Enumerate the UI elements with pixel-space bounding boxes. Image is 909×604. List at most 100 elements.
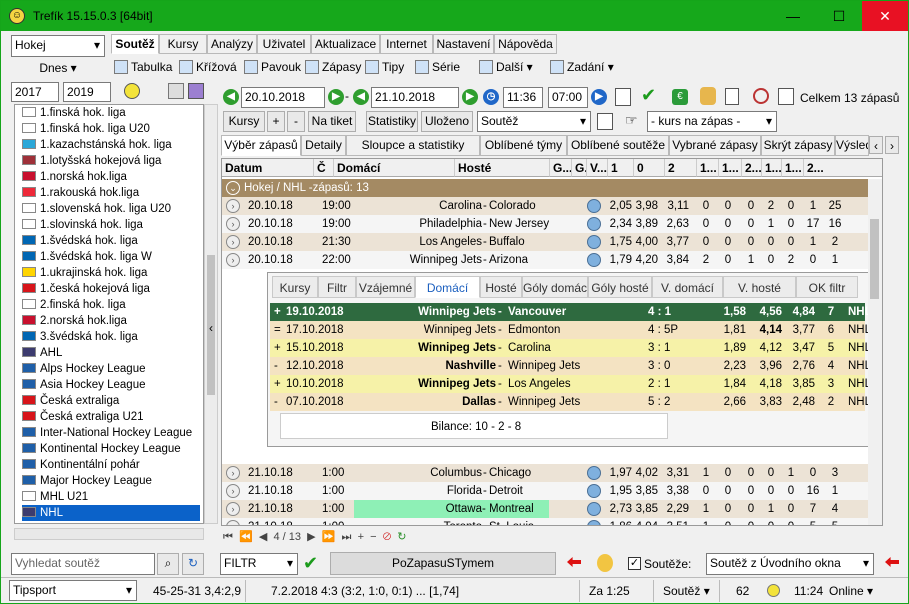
- col-header-8[interactable]: 0: [634, 159, 665, 177]
- refresh-icon[interactable]: ↻: [182, 553, 204, 575]
- league-item[interactable]: MHL U21: [22, 489, 200, 505]
- league-item[interactable]: 1.slovinská hok. liga: [22, 217, 200, 233]
- checkmark-icon[interactable]: ✔: [641, 85, 656, 106]
- detail-tab-4[interactable]: Hosté: [480, 276, 522, 298]
- toolbar-item-3[interactable]: Zápasy: [305, 59, 361, 75]
- league-item[interactable]: Major Hockey League: [22, 473, 200, 489]
- flags-icon[interactable]: [168, 83, 184, 99]
- league-item[interactable]: 1.česká hokejová liga: [22, 281, 200, 297]
- col-header-14[interactable]: 1...: [782, 159, 804, 177]
- detail-tab-0[interactable]: Kursy: [272, 276, 318, 298]
- expand-icon[interactable]: ›: [226, 253, 240, 267]
- col-header-7[interactable]: 1: [608, 159, 634, 177]
- globe-icon[interactable]: [587, 199, 601, 213]
- date-from-field[interactable]: 20.10.2018: [241, 87, 325, 108]
- col-header-0[interactable]: Datum: [222, 159, 314, 177]
- match-row[interactable]: › 20.10.18 21:30 Los Angeles - Buffalo 1,75 4,0…: [222, 233, 882, 251]
- menu-tab-1[interactable]: Kursy: [159, 34, 207, 54]
- col-header-3[interactable]: Hosté: [455, 159, 550, 177]
- toolbar-item-6[interactable]: Další ▾: [479, 59, 533, 75]
- league-item[interactable]: Inter-National Hockey League: [22, 425, 200, 441]
- toolbar-item-5[interactable]: Série: [415, 59, 460, 75]
- clock-icon[interactable]: ◷: [483, 89, 499, 105]
- pointer-icon[interactable]: ☞: [625, 112, 638, 129]
- minus-button[interactable]: -: [287, 111, 305, 132]
- hand-icon[interactable]: [700, 87, 716, 105]
- league-item[interactable]: Alps Hockey League: [22, 361, 200, 377]
- export-icon[interactable]: [597, 113, 613, 130]
- league-item[interactable]: 1.švédská hok. liga W: [22, 249, 200, 265]
- last-record-icon[interactable]: ⏭: [342, 531, 352, 543]
- globe-icon[interactable]: [587, 466, 601, 480]
- league-item[interactable]: Česká extraliga U21: [22, 409, 200, 425]
- globe-icon[interactable]: [587, 520, 601, 525]
- expand-icon[interactable]: ›: [226, 484, 240, 498]
- league-item[interactable]: OHL: [22, 521, 200, 523]
- history-row[interactable]: = 17.10.2018 Winnipeg Jets - Edmonton 4 : 5P 1…: [270, 321, 868, 339]
- match-row[interactable]: › 20.10.18 19:00 Philadelphia - New Jersey 2,3…: [222, 215, 882, 233]
- match-row[interactable]: › 21.10.18 1:00 Columbus - Chicago 1,97 4,02 3,3…: [222, 464, 882, 482]
- col-header-1[interactable]: Č: [314, 159, 334, 177]
- league-item[interactable]: 1.slovenská hok. liga U20: [22, 201, 200, 217]
- day-dropdown[interactable]: Dnes ▾: [11, 59, 105, 79]
- detail-tab-8[interactable]: V. hosté: [723, 276, 796, 298]
- league-item[interactable]: 2.finská hok. liga: [22, 297, 200, 313]
- league-item[interactable]: NHL: [22, 505, 200, 521]
- globe-icon[interactable]: [587, 502, 601, 516]
- col-header-5[interactable]: G...: [572, 159, 587, 177]
- league-item[interactable]: 1.švédská hok. liga: [22, 233, 200, 249]
- prev-date2-icon[interactable]: ◀: [353, 89, 369, 105]
- history-row[interactable]: -07.10.2018 Dallas - Winnipeg Jets 5 : 2 2,66…: [270, 393, 868, 411]
- expand-icon[interactable]: ›: [226, 217, 240, 231]
- view-tab-1[interactable]: Detaily: [301, 135, 346, 156]
- league-item[interactable]: 1.lotyšská hokejová liga: [22, 153, 200, 169]
- person-icon[interactable]: [597, 554, 613, 572]
- collapse-icon[interactable]: ⌄: [226, 181, 240, 195]
- league-item[interactable]: 1.finská hok. liga U20: [22, 121, 200, 137]
- statistiky-button[interactable]: Statistiky: [366, 111, 418, 132]
- detail-tab-6[interactable]: Góly hosté: [588, 276, 652, 298]
- history-row[interactable]: +15.10.2018 Winnipeg Jets - Carolina 3 : 1 1,…: [270, 339, 868, 357]
- expand-icon[interactable]: ›: [226, 199, 240, 213]
- col-header-6[interactable]: V...: [587, 159, 608, 177]
- view-tab-2[interactable]: Sloupce a statistiky: [346, 135, 480, 156]
- filter-action-button[interactable]: PoZapasuSTymem: [330, 552, 556, 575]
- euro-icon[interactable]: €: [672, 89, 688, 105]
- bookmaker-select[interactable]: Tipsport ▾: [9, 580, 137, 601]
- globe-icon[interactable]: [587, 484, 601, 498]
- toolbar-item-1[interactable]: Křížová: [179, 59, 237, 75]
- books-icon[interactable]: [188, 83, 204, 99]
- view-tab-4[interactable]: Oblíbené soutěže: [567, 135, 669, 156]
- menu-tab-6[interactable]: Nastavení: [433, 34, 494, 54]
- play-icon[interactable]: ▶: [591, 89, 607, 105]
- league-item[interactable]: 1.kazachstánská hok. liga: [22, 137, 200, 153]
- match-row[interactable]: ›21.10.181:00Ottawa-Montreal-2,733,852,2…: [222, 500, 882, 518]
- na-tiket-button[interactable]: Na tiket: [308, 111, 356, 132]
- detail-tab-9[interactable]: OK filtr: [796, 276, 858, 298]
- toolbar-item-2[interactable]: Pavouk: [244, 59, 301, 75]
- next-date-icon[interactable]: ▶: [328, 89, 344, 105]
- menu-tab-7[interactable]: Nápověda: [494, 34, 557, 54]
- ball-icon[interactable]: [124, 83, 140, 99]
- league-item[interactable]: Česká extraliga: [22, 393, 200, 409]
- col-header-11[interactable]: 1...: [719, 159, 742, 177]
- refresh-grid-icon[interactable]: ↻: [397, 531, 406, 543]
- group-row[interactable]: ⌄ Hokej / NHL -zápasů: 13: [222, 179, 882, 197]
- next-date2-icon[interactable]: ▶: [462, 89, 478, 105]
- year-to-select[interactable]: 2019: [63, 82, 111, 102]
- souteze-select[interactable]: Soutěž z Úvodního okna ▾: [706, 553, 874, 575]
- league-item[interactable]: Asia Hockey League: [22, 377, 200, 393]
- col-header-9[interactable]: 2: [665, 159, 697, 177]
- globe-icon[interactable]: [587, 253, 601, 267]
- tabs-right-icon[interactable]: ›: [885, 136, 899, 154]
- grid-scrollbar[interactable]: [868, 179, 882, 525]
- maximize-button[interactable]: ☐: [816, 1, 862, 31]
- col-header-15[interactable]: 2...: [804, 159, 882, 177]
- print-icon[interactable]: [615, 88, 631, 106]
- detail-tab-2[interactable]: Vzájemné: [356, 276, 415, 298]
- league-item[interactable]: 1.finská hok. liga: [22, 105, 200, 121]
- view-tab-5[interactable]: Vybrané zápasy: [669, 135, 761, 156]
- status-online[interactable]: Online ▾: [829, 581, 873, 601]
- history-row[interactable]: +19.10.2018 Winnipeg Jets - Vancouver 4 : 1 1…: [270, 303, 868, 321]
- league-list-scrollbar[interactable]: [204, 104, 218, 524]
